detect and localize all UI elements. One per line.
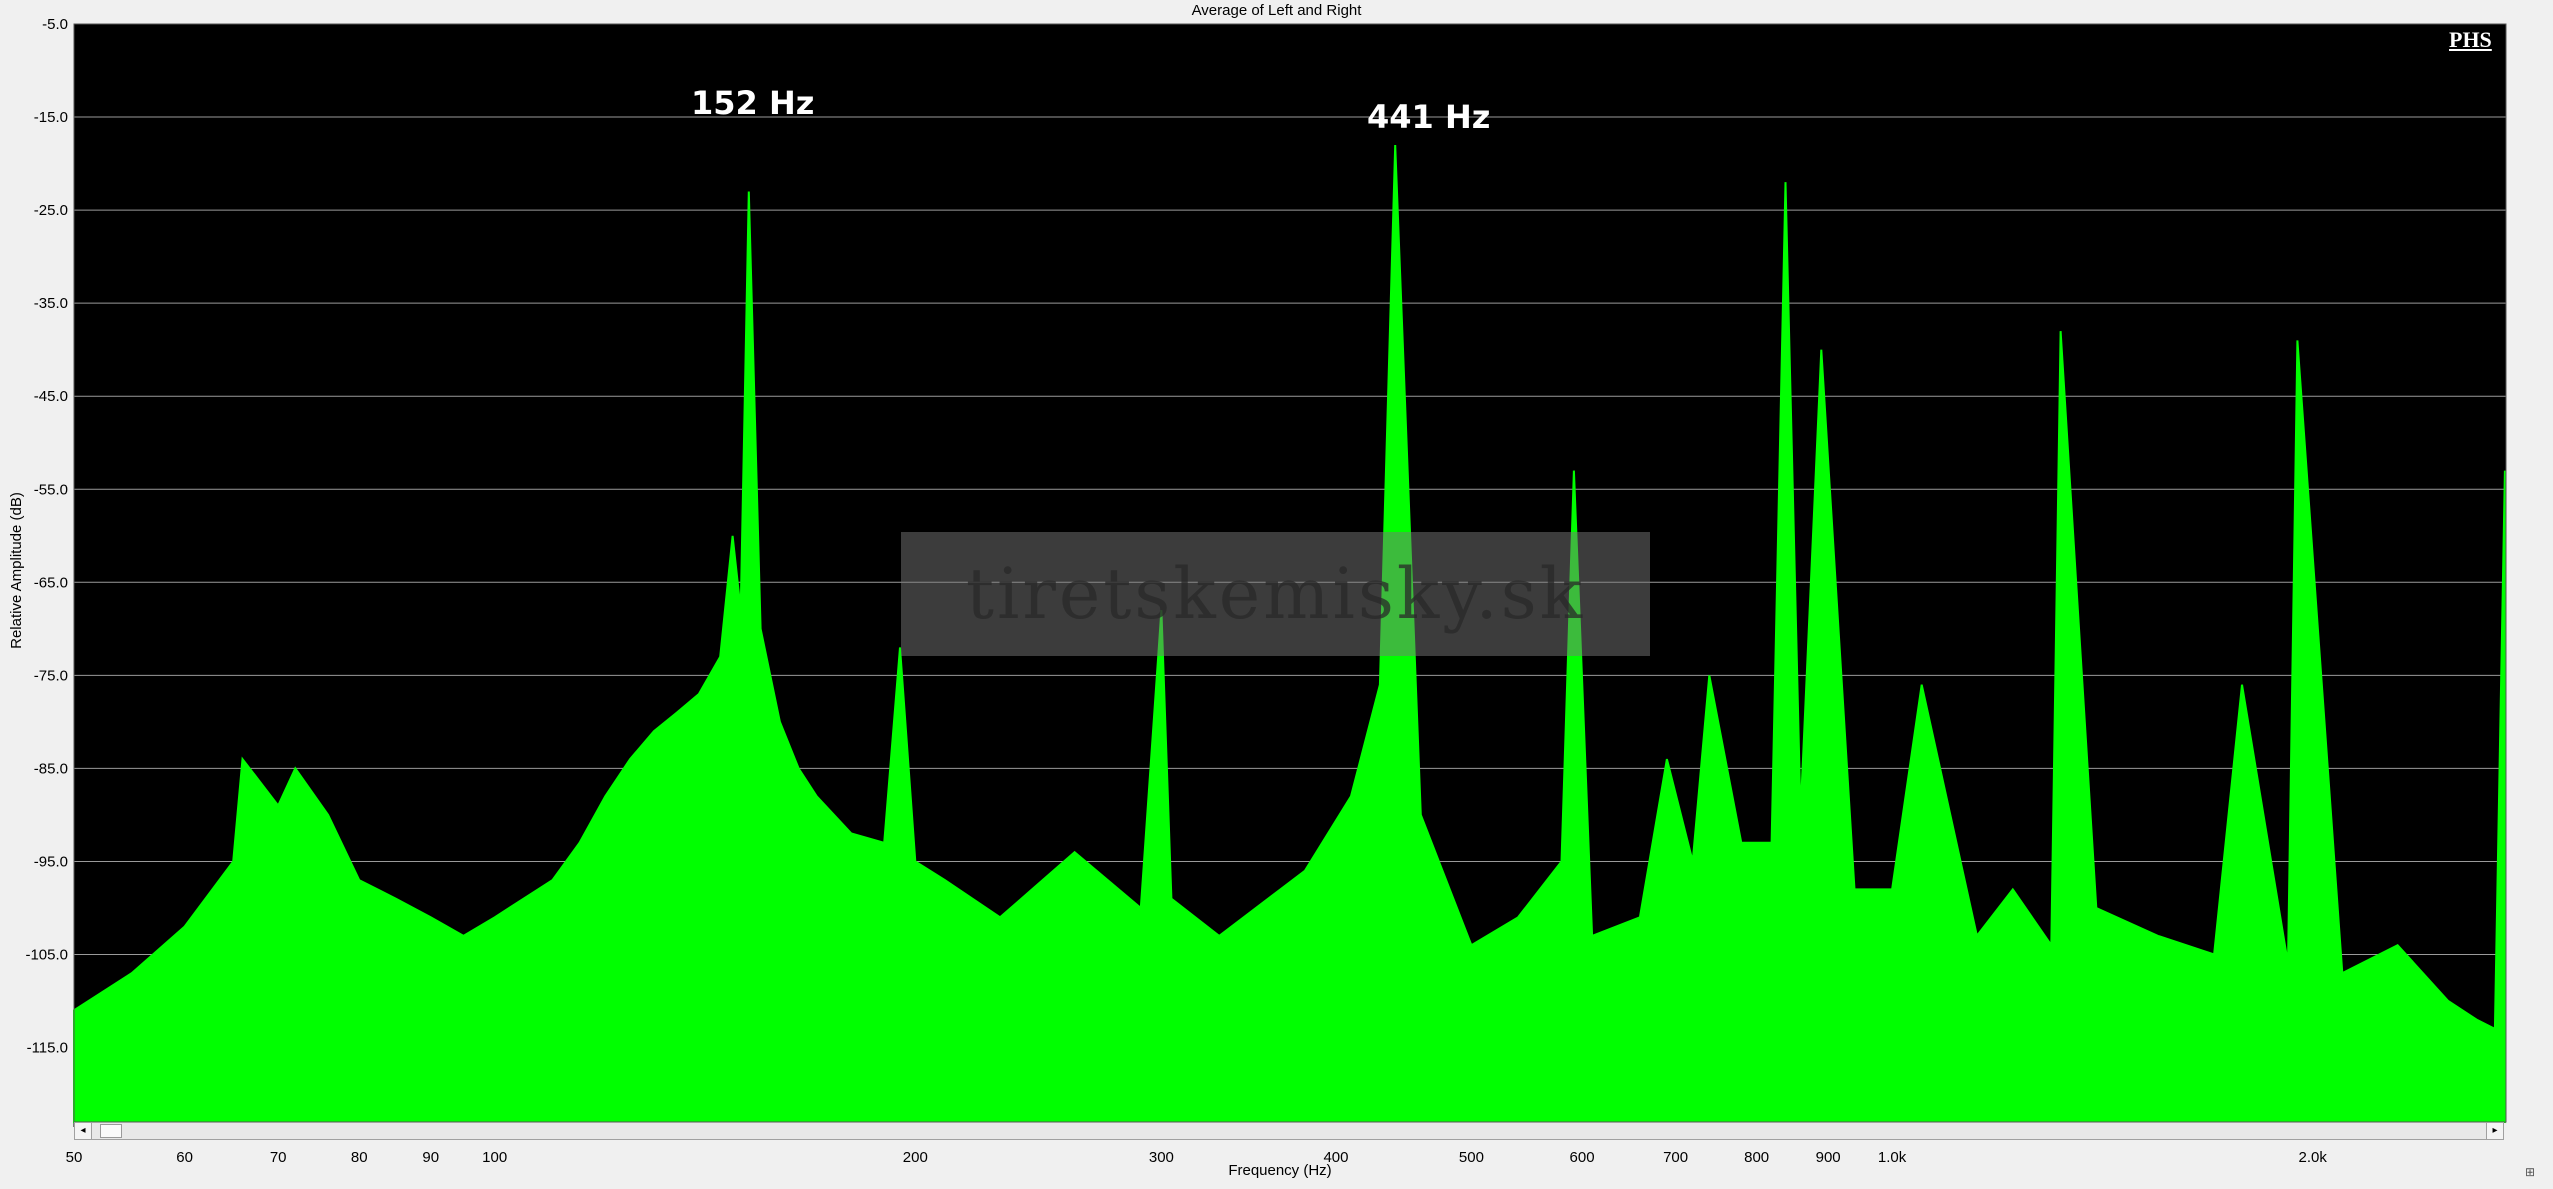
y-tick-label: -85.0 xyxy=(34,760,68,777)
x-axis-label: Frequency (Hz) xyxy=(1228,1162,1332,1179)
x-tick-label: 2.0k xyxy=(2299,1149,2328,1166)
scrollbar-thumb[interactable] xyxy=(100,1124,122,1138)
x-tick-label: 300 xyxy=(1149,1149,1174,1166)
y-tick-label: -15.0 xyxy=(34,109,68,126)
y-tick-label: -65.0 xyxy=(34,574,68,591)
horizontal-scrollbar-track[interactable] xyxy=(74,1122,2504,1140)
x-tick-label: 80 xyxy=(351,1149,368,1166)
x-tick-label: 90 xyxy=(422,1149,439,1166)
scroll-left-button[interactable]: ◂ xyxy=(74,1122,92,1140)
y-axis-label-container: Relative Amplitude (dB) xyxy=(2,330,30,810)
x-tick-label: 70 xyxy=(270,1149,287,1166)
y-tick-label: -115.0 xyxy=(27,1040,68,1057)
y-tick-label: -95.0 xyxy=(34,853,68,870)
x-tick-label: 800 xyxy=(1744,1149,1769,1166)
y-tick-label: -5.0 xyxy=(42,16,68,33)
x-tick-label: 700 xyxy=(1663,1149,1688,1166)
y-tick-label: -35.0 xyxy=(34,295,68,312)
y-tick-label: -45.0 xyxy=(34,388,68,405)
watermark-text: tiretskemisky.sk xyxy=(965,553,1586,635)
y-tick-label: -25.0 xyxy=(34,202,68,219)
x-tick-label: 1.0k xyxy=(1878,1149,1907,1166)
x-tick-label: 50 xyxy=(66,1149,83,1166)
x-tick-label: 200 xyxy=(903,1149,928,1166)
x-tick-label: 900 xyxy=(1816,1149,1841,1166)
peak-annotation-152: 152 Hz xyxy=(691,84,815,122)
y-tick-label: -75.0 xyxy=(34,667,68,684)
brand-logo: PHS xyxy=(2449,27,2492,52)
y-tick-label: -55.0 xyxy=(34,481,68,498)
y-axis-label: Relative Amplitude (dB) xyxy=(7,491,25,649)
scroll-right-button[interactable]: ▸ xyxy=(2486,1122,2504,1140)
peak-annotation-441: 441 Hz xyxy=(1367,98,1491,136)
watermark: tiretskemisky.sk xyxy=(901,532,1650,656)
x-tick-label: 100 xyxy=(482,1149,507,1166)
y-tick-label: -105.0 xyxy=(25,947,68,964)
spectrum-analysis-window: Average of Left and Right -5.0 -15.0 -25.0… xyxy=(0,0,2553,1189)
resize-grip-icon[interactable]: ⊞ xyxy=(2525,1165,2535,1179)
x-tick-label: 60 xyxy=(176,1149,193,1166)
x-tick-label: 600 xyxy=(1570,1149,1595,1166)
x-tick-label: 500 xyxy=(1459,1149,1484,1166)
